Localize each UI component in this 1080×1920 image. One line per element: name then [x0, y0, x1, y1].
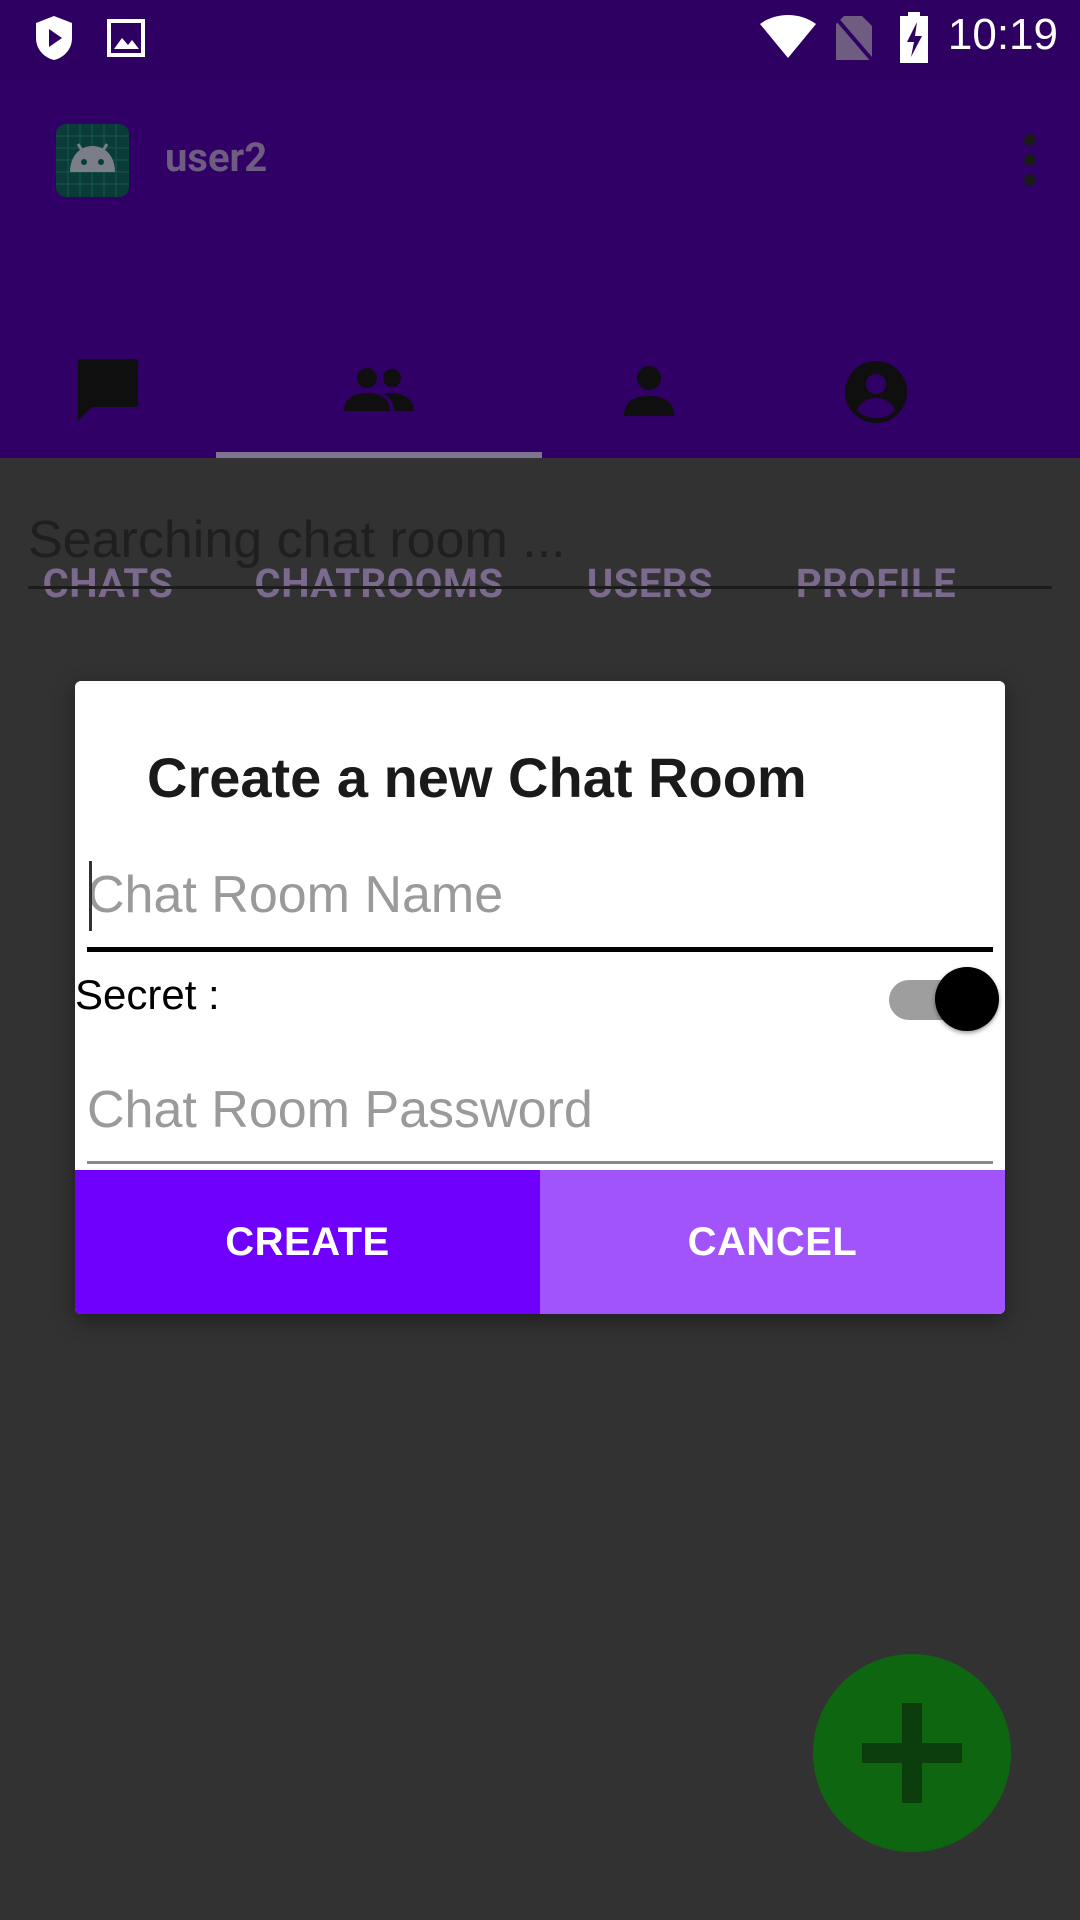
tab-chats[interactable]: CHATS: [0, 270, 216, 607]
tab-bar: CHATS CHATROOMS USERS PROFILE: [0, 270, 1080, 607]
toggle-thumb: [935, 967, 999, 1031]
wifi-icon: [758, 14, 818, 64]
secret-toggle[interactable]: [885, 963, 999, 1033]
person-icon: [624, 366, 674, 420]
create-chatroom-dialog: Create a new Chat Room Secret : CREATE C…: [75, 681, 1005, 1314]
chatroom-name-field[interactable]: [87, 851, 993, 952]
secret-label: Secret :: [75, 971, 220, 1018]
tab-users[interactable]: USERS: [542, 270, 758, 607]
chat-icon: [76, 357, 140, 427]
chatroom-name-input[interactable]: [87, 851, 993, 939]
status-bar: 10:19: [0, 0, 1080, 80]
image-icon: [106, 18, 146, 62]
tab-profile[interactable]: PROFILE: [758, 270, 994, 607]
app-bar: user2 CHATS CHATROOMS USERS PROFILE: [0, 80, 1080, 607]
dialog-title: Create a new Chat Room: [147, 746, 807, 809]
text-cursor: [89, 861, 92, 931]
cancel-button[interactable]: CANCEL: [540, 1170, 1005, 1314]
shield-play-icon: [32, 14, 76, 66]
chatroom-password-input[interactable]: [87, 1065, 993, 1155]
add-chatroom-button[interactable]: [813, 1654, 1011, 1852]
plus-icon: [862, 1703, 962, 1803]
search-field[interactable]: [28, 500, 1052, 589]
status-time: 10:19: [947, 10, 1058, 59]
create-button[interactable]: CREATE: [75, 1170, 540, 1314]
no-sim-icon: [834, 14, 874, 66]
tab-indicator: [216, 452, 542, 458]
battery-charging-icon: [898, 12, 930, 68]
group-icon: [344, 367, 414, 417]
more-vert-icon[interactable]: [1020, 130, 1040, 190]
search-input[interactable]: [28, 500, 1052, 580]
account-circle-icon: [844, 360, 908, 428]
android-icon: [56, 124, 129, 197]
app-title: user2: [165, 134, 268, 181]
tab-chatrooms[interactable]: CHATROOMS: [216, 270, 542, 607]
chatroom-password-field[interactable]: [87, 1065, 993, 1164]
